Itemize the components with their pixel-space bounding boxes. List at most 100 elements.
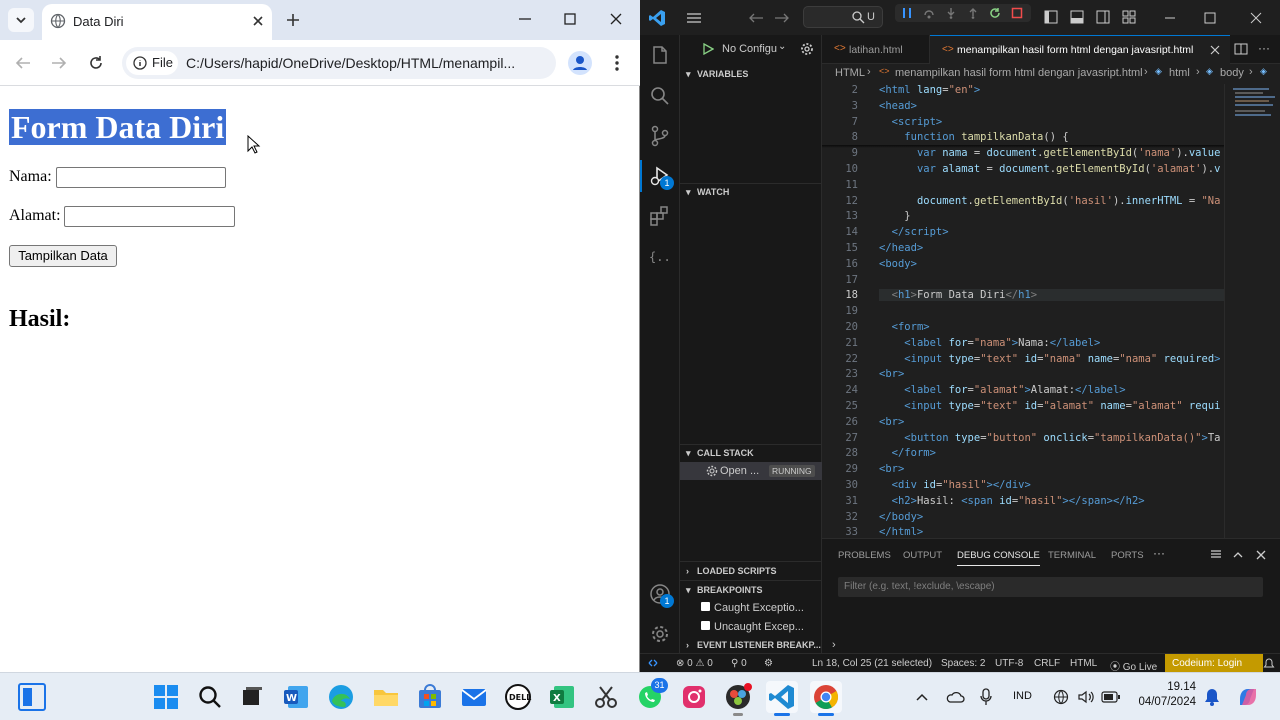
widgets-icon[interactable]	[18, 683, 46, 711]
file-explorer-app[interactable]	[370, 681, 402, 713]
whatsapp-app[interactable]: 31	[634, 678, 668, 713]
split-editor-icon[interactable]	[1234, 43, 1248, 55]
pause-icon[interactable]	[901, 7, 913, 19]
globe-icon[interactable]	[1053, 689, 1069, 705]
battery-icon[interactable]	[1101, 690, 1121, 704]
back-arrow-icon[interactable]	[748, 11, 764, 25]
breadcrumb-item[interactable]: html	[1169, 67, 1190, 79]
debug-status-icon[interactable]: ⚙	[764, 658, 773, 669]
word-app[interactable]: W	[280, 681, 312, 713]
minimize-icon[interactable]	[518, 12, 532, 26]
toggle-primary-sidebar-icon[interactable]	[1044, 10, 1058, 24]
breadcrumb-item[interactable]: body	[1220, 67, 1244, 79]
cursor-position[interactable]: Ln 18, Col 25 (21 selected)	[812, 658, 932, 669]
chevron-up-icon[interactable]	[1233, 550, 1243, 560]
encoding-status[interactable]: UTF-8	[995, 658, 1023, 669]
run-config-dropdown[interactable]: No Configu ⌄	[702, 41, 788, 58]
forward-arrow-icon[interactable]	[774, 11, 790, 25]
breadcrumb-item[interactable]: menampilkan hasil form html dengan javas…	[895, 67, 1143, 79]
taskbar-search[interactable]	[194, 681, 226, 713]
tab-output[interactable]: OUTPUT	[903, 550, 942, 561]
microphone-icon[interactable]	[979, 688, 993, 706]
speaker-icon[interactable]	[1077, 689, 1095, 705]
caught-exceptions-checkbox[interactable]	[701, 602, 710, 611]
code-editor[interactable]: 2 <html lang="en"> 3 <head> 7 <script> 8 func…	[822, 84, 1224, 538]
extensions-icon[interactable]	[649, 205, 671, 227]
more-panel-tabs-icon[interactable]: ···	[1153, 546, 1165, 560]
breadcrumb-item[interactable]: HTML	[835, 67, 865, 79]
stop-icon[interactable]	[1011, 7, 1023, 19]
new-tab-icon[interactable]	[284, 11, 302, 29]
alamat-input[interactable]	[64, 206, 235, 227]
eol-status[interactable]: CRLF	[1034, 658, 1060, 669]
uncaught-exceptions-checkbox[interactable]	[701, 621, 710, 630]
indentation-status[interactable]: Spaces: 2	[941, 658, 985, 669]
explorer-icon[interactable]	[649, 45, 671, 67]
back-arrow-icon[interactable]	[14, 55, 32, 71]
json-braces-icon[interactable]: {..}	[649, 245, 671, 267]
command-center[interactable]: U	[803, 6, 883, 28]
dell-app[interactable]: DELL	[502, 681, 534, 713]
edge-app[interactable]	[325, 681, 357, 713]
chrome-app[interactable]	[810, 681, 842, 716]
nama-input[interactable]	[56, 167, 226, 188]
tab-data-diri[interactable]: Data Diri	[42, 4, 272, 40]
davinci-app[interactable]	[722, 681, 754, 716]
call-stack-item[interactable]: Open ... RUNNING	[680, 462, 822, 480]
gear-icon[interactable]	[800, 42, 814, 56]
site-info-chip[interactable]: File	[126, 51, 178, 75]
mail-app[interactable]	[458, 681, 490, 713]
minimize-icon[interactable]	[1164, 12, 1176, 24]
source-control-icon[interactable]	[649, 125, 671, 147]
snipping-tool-app[interactable]	[590, 681, 622, 713]
errors-status[interactable]: ⊗ 0 ⚠ 0	[676, 658, 713, 669]
excel-app[interactable]: X	[546, 681, 578, 713]
filter-lines-icon[interactable]	[1210, 550, 1222, 560]
tab-active-file[interactable]: <> menampilkan hasil form html dengan ja…	[930, 35, 1230, 64]
tab-ports[interactable]: PORTS	[1111, 550, 1144, 561]
close-window-icon[interactable]	[609, 12, 623, 26]
input-language[interactable]: IND	[1013, 690, 1032, 702]
profile-avatar[interactable]	[568, 51, 592, 75]
copilot-icon[interactable]	[1236, 685, 1260, 709]
step-out-icon[interactable]	[967, 7, 979, 19]
tab-problems[interactable]: PROBLEMS	[838, 550, 891, 561]
url-text[interactable]: C:/Users/hapid/OneDrive/Desktop/HTML/men…	[186, 55, 516, 71]
minimap[interactable]	[1224, 84, 1280, 538]
toggle-panel-icon[interactable]	[1070, 10, 1084, 24]
language-mode[interactable]: HTML	[1070, 658, 1097, 669]
more-actions-icon[interactable]: ···	[1258, 41, 1270, 55]
step-over-icon[interactable]	[923, 7, 935, 19]
address-bar[interactable]: File C:/Users/hapid/OneDrive/Desktop/HTM…	[122, 47, 556, 79]
tab-debug-console[interactable]: DEBUG CONSOLE	[957, 550, 1040, 566]
reload-icon[interactable]	[87, 54, 105, 72]
clock[interactable]: 19.14 04/07/2024	[1130, 681, 1196, 715]
close-icon[interactable]	[1256, 550, 1266, 560]
gear-icon[interactable]	[649, 623, 671, 645]
start-button[interactable]	[150, 681, 182, 713]
tab-search-button[interactable]	[8, 8, 34, 32]
restart-icon[interactable]	[989, 7, 1001, 19]
instagram-app[interactable]	[678, 681, 710, 713]
forward-arrow-icon[interactable]	[50, 55, 68, 71]
task-view-button[interactable]	[236, 681, 268, 713]
search-icon[interactable]	[649, 85, 671, 107]
notifications-bell-icon[interactable]	[1263, 658, 1275, 669]
menu-icon[interactable]	[686, 12, 702, 24]
tab-latihan[interactable]: <> latihan.html	[822, 35, 930, 63]
cloud-icon[interactable]	[945, 689, 965, 705]
vscode-app[interactable]	[766, 681, 798, 716]
tab-terminal[interactable]: TERMINAL	[1048, 550, 1096, 561]
customize-layout-icon[interactable]	[1122, 10, 1136, 24]
tampilkan-data-button[interactable]: Tampilkan Data	[9, 245, 117, 267]
kebab-menu-icon[interactable]	[610, 54, 624, 72]
toggle-secondary-sidebar-icon[interactable]	[1096, 10, 1110, 24]
step-into-icon[interactable]	[945, 7, 957, 19]
codeium-status[interactable]: Codeium: Login	[1165, 654, 1263, 672]
close-icon[interactable]	[1210, 45, 1220, 55]
close-tab-icon[interactable]	[250, 13, 266, 29]
maximize-icon[interactable]	[1204, 12, 1216, 24]
store-app[interactable]	[414, 681, 446, 713]
maximize-icon[interactable]	[563, 12, 577, 26]
remote-indicator[interactable]	[640, 654, 666, 672]
